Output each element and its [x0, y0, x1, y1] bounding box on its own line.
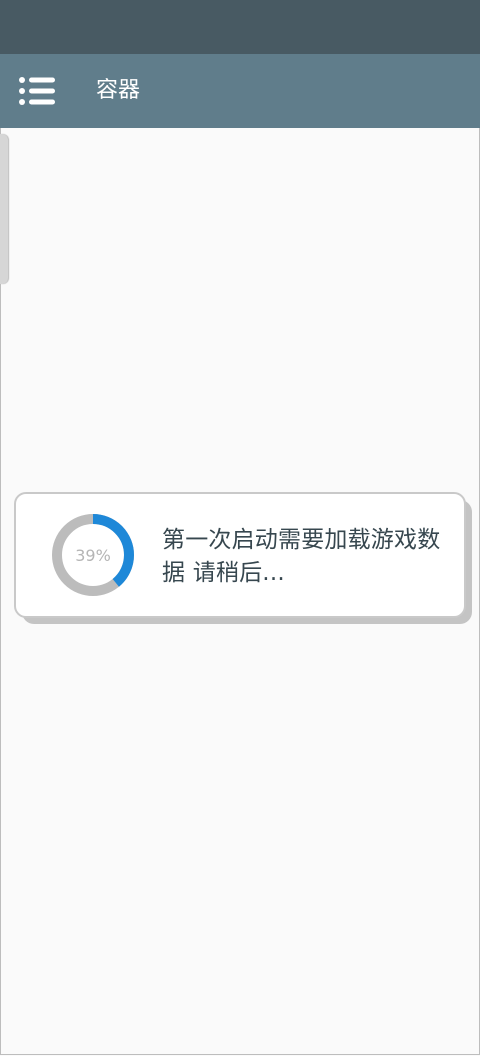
status-bar [0, 0, 480, 54]
menu-list-icon [19, 77, 55, 105]
progress-percent: 39% [75, 545, 111, 565]
side-drawer-handle[interactable] [0, 134, 8, 284]
app-title: 容器 [96, 78, 141, 103]
loading-message: 第一次启动需要加载游戏数据 请稍后... [162, 527, 441, 586]
app-bar: 容器 [0, 54, 480, 128]
progress-ring: 39% [50, 512, 136, 598]
menu-button[interactable] [16, 72, 58, 110]
loading-dialog: 39% 第一次启动需要加载游戏数据 请稍后... [14, 492, 466, 618]
